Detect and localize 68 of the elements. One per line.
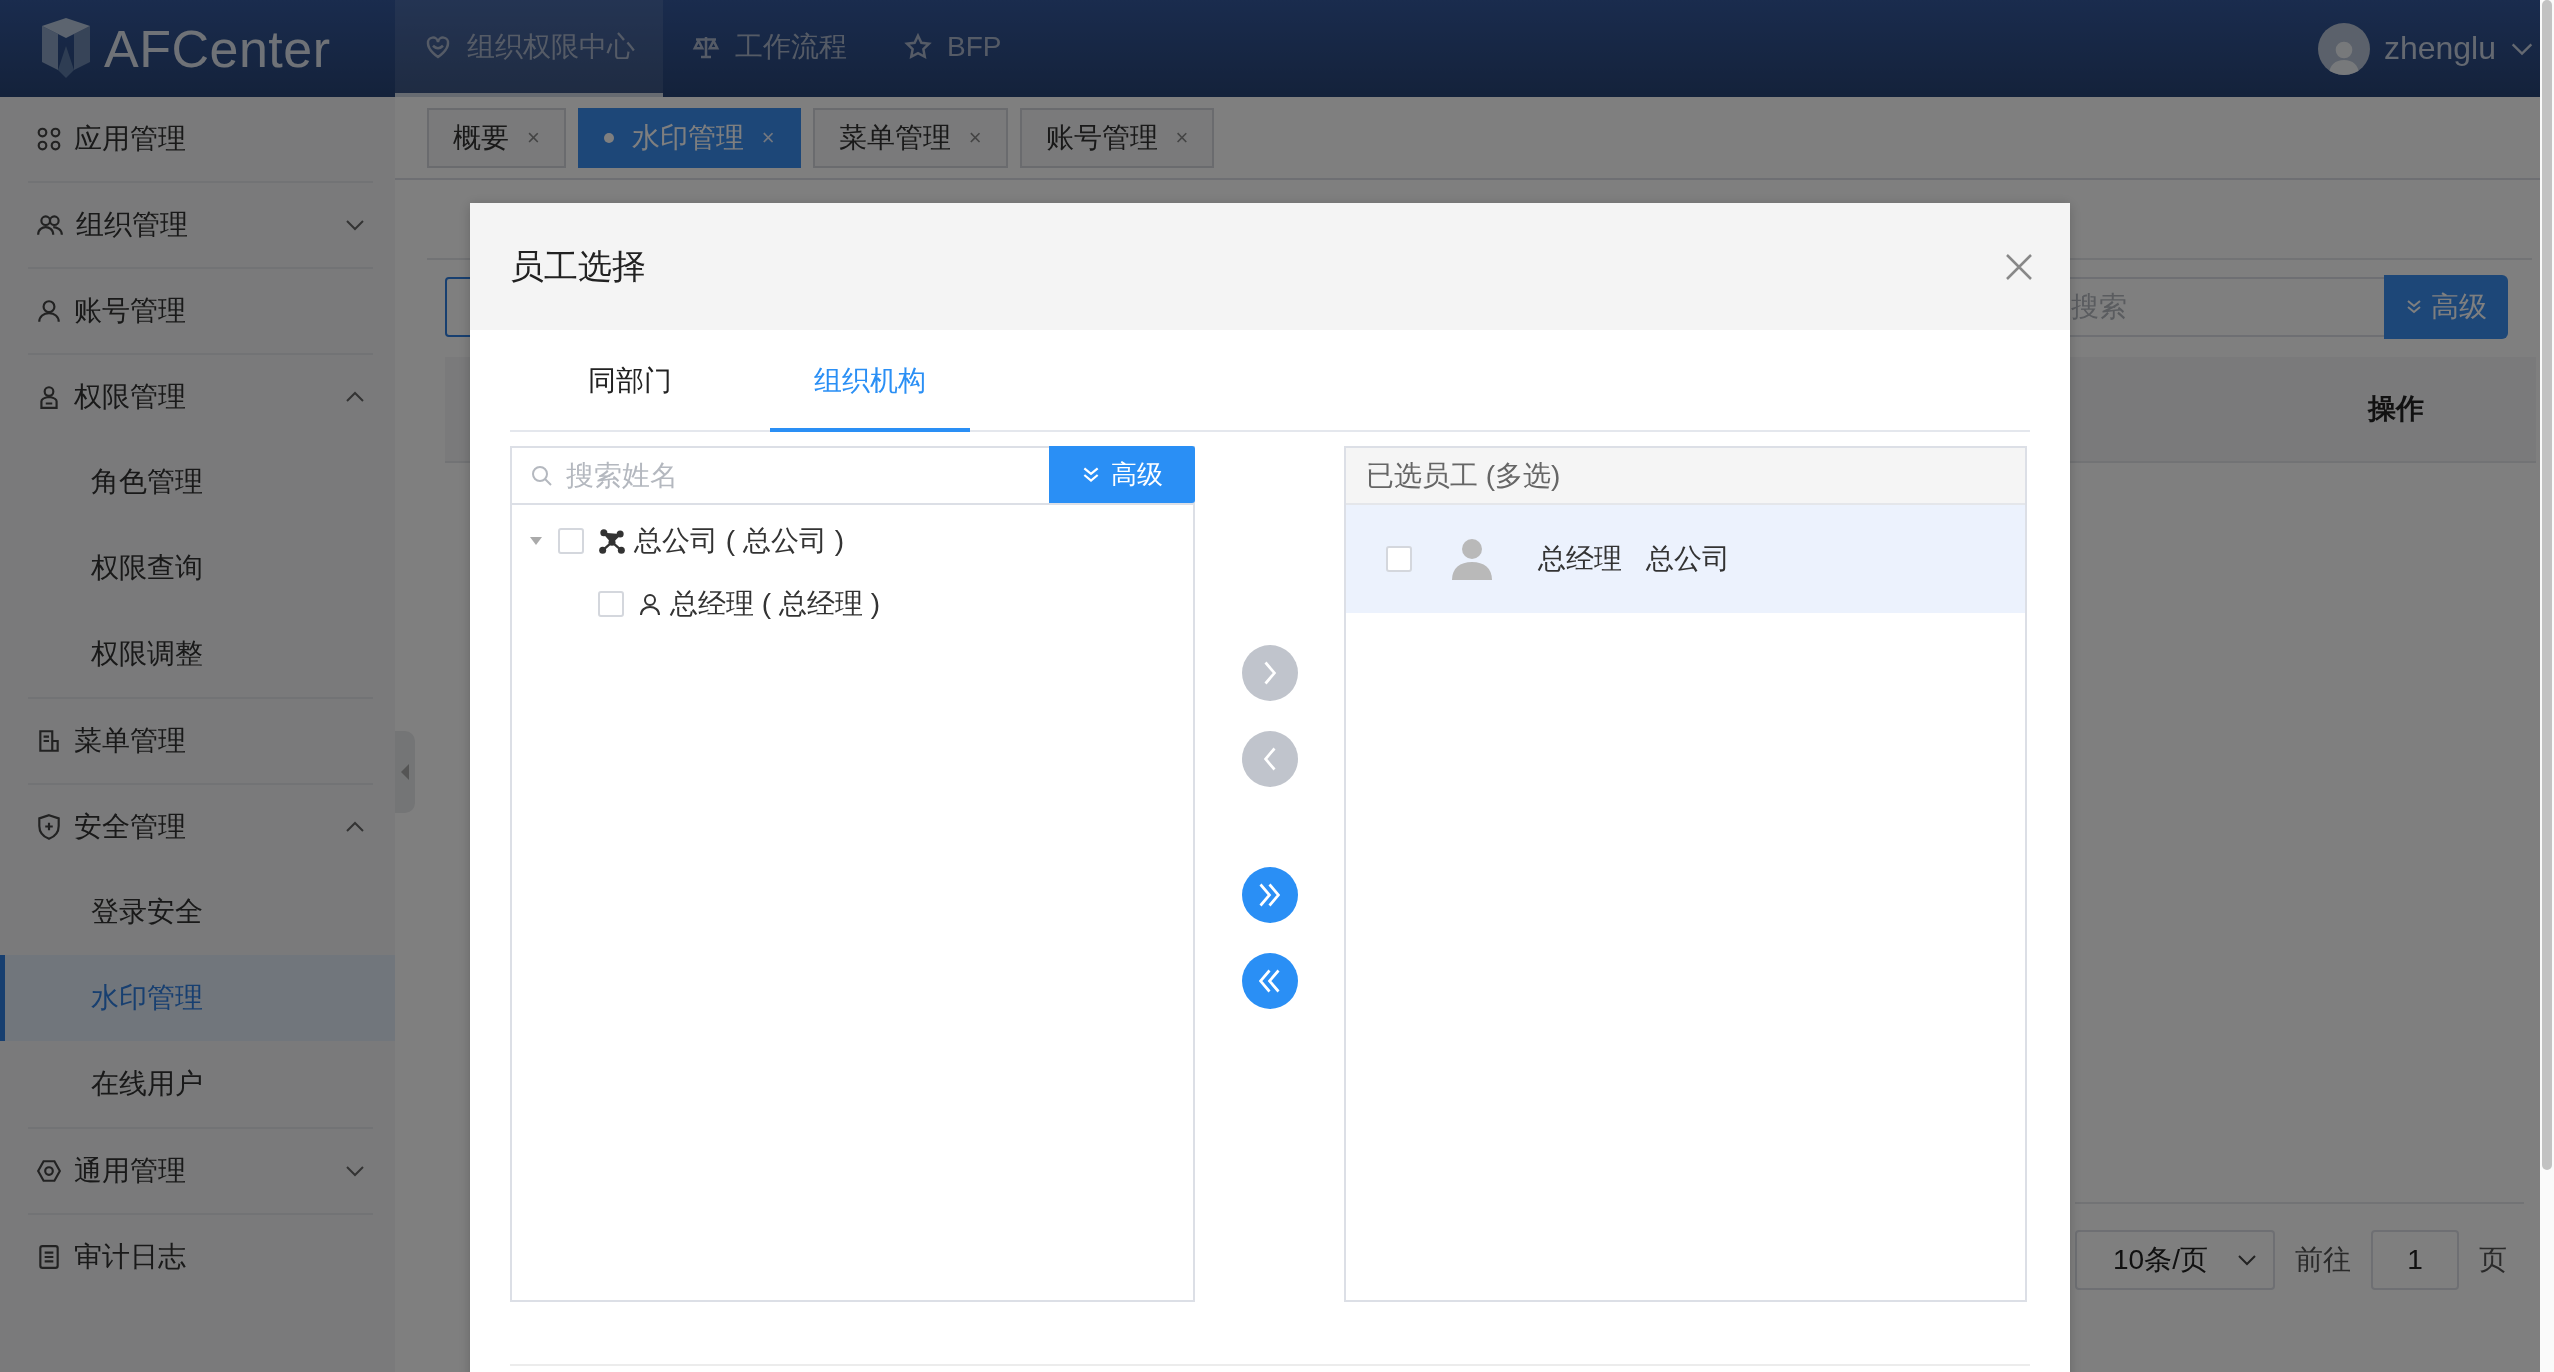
panel-header: 已选员工 (多选) [1346, 448, 2025, 505]
page-tab[interactable]: 菜单管理 × [812, 107, 1008, 168]
page-input[interactable]: 1 [2371, 1230, 2459, 1290]
scrollbar-thumb[interactable] [2542, 0, 2552, 1170]
document-icon [36, 728, 62, 754]
employee-department: 总公司 [1646, 542, 1730, 576]
page-tab[interactable]: 概要 × [427, 107, 566, 168]
tree-node-label[interactable]: 总经理 ( 总经理 ) [670, 584, 880, 623]
users-icon [36, 212, 64, 238]
sidebar-subitem[interactable]: 水印管理 [0, 955, 395, 1041]
close-tab-icon[interactable]: × [968, 124, 982, 151]
advanced-button[interactable]: 高级 [2384, 275, 2508, 339]
sidebar-item[interactable]: 组织管理 [28, 183, 373, 267]
user-name[interactable]: zhenglu [2383, 30, 2496, 67]
chevron-left-icon [1263, 747, 1276, 771]
double-chevron-right-icon [1259, 883, 1280, 907]
chevron-down-icon [2237, 1254, 2257, 1266]
person-avatar-icon [1452, 538, 1492, 580]
double-chevron-left-icon [1259, 969, 1280, 993]
sidebar-subitem[interactable]: 在线用户 [0, 1041, 395, 1127]
checkbox[interactable] [558, 527, 584, 554]
checkbox[interactable] [1386, 546, 1412, 572]
close-tab-icon[interactable]: × [1175, 124, 1189, 151]
checkbox[interactable] [598, 590, 624, 617]
sidebar-item[interactable]: 账号管理 [28, 269, 373, 353]
sidebar-item[interactable]: 菜单管理 [28, 699, 373, 783]
app-logo-text: AFCenter [104, 18, 331, 79]
advanced-button[interactable]: 高级 [1049, 446, 1195, 503]
top-nav-tab[interactable]: 工作流程 [663, 0, 875, 97]
sidebar-subitem[interactable]: 权限查询 [0, 525, 395, 611]
hexagon-icon [36, 1158, 62, 1184]
star-icon [903, 31, 933, 62]
chevron-right-icon [1263, 661, 1276, 685]
sidebar-subitem[interactable]: 权限调整 [0, 611, 395, 697]
sidebar-item[interactable]: 通用管理 [28, 1129, 373, 1213]
collapse-handle[interactable] [395, 731, 415, 813]
dialog-tab[interactable]: 同部门 [530, 362, 730, 432]
list-icon [36, 1244, 62, 1270]
grid-icon [36, 126, 62, 152]
page-size-select[interactable]: 10条/页 [2075, 1230, 2275, 1290]
chevron-down-icon[interactable] [2510, 41, 2534, 56]
org-chart-icon [598, 527, 626, 554]
sidebar-item[interactable]: 权限管理 [28, 355, 373, 439]
dialog-title: 员工选择 [510, 245, 646, 287]
sidebar-item[interactable]: 安全管理 [28, 785, 373, 869]
close-icon[interactable] [2004, 251, 2034, 282]
page-tab[interactable]: 水印管理 × [577, 107, 801, 168]
goto-label: 前往 [2295, 1243, 2351, 1277]
search-icon [530, 463, 554, 488]
active-dot-icon [603, 132, 614, 143]
column-header: 操作 [2366, 392, 2425, 426]
person-icon [638, 591, 662, 616]
page-suffix: 页 [2479, 1243, 2507, 1277]
double-chevron-down-icon [2405, 298, 2423, 316]
top-nav-tab[interactable]: BFP [875, 0, 1030, 97]
shield-icon [36, 813, 62, 841]
selected-employee-row[interactable]: 总经理 总公司 [1346, 505, 2025, 613]
dialog-tab[interactable]: 组织机构 [770, 362, 970, 432]
page-tab[interactable]: 账号管理 × [1019, 107, 1215, 168]
sidebar-item[interactable]: 应用管理 [28, 97, 373, 181]
employee-name: 总经理 [1538, 542, 1622, 576]
user-icon [36, 298, 62, 324]
close-tab-icon[interactable]: × [527, 124, 540, 151]
sidebar-subitem[interactable]: 角色管理 [0, 439, 395, 525]
sidebar-item[interactable]: 审计日志 [28, 1215, 373, 1299]
close-tab-icon[interactable]: × [761, 124, 775, 151]
tree-node-label[interactable]: 总公司 ( 总公司 ) [634, 521, 844, 560]
sidebar-subitem[interactable]: 登录安全 [0, 869, 395, 955]
